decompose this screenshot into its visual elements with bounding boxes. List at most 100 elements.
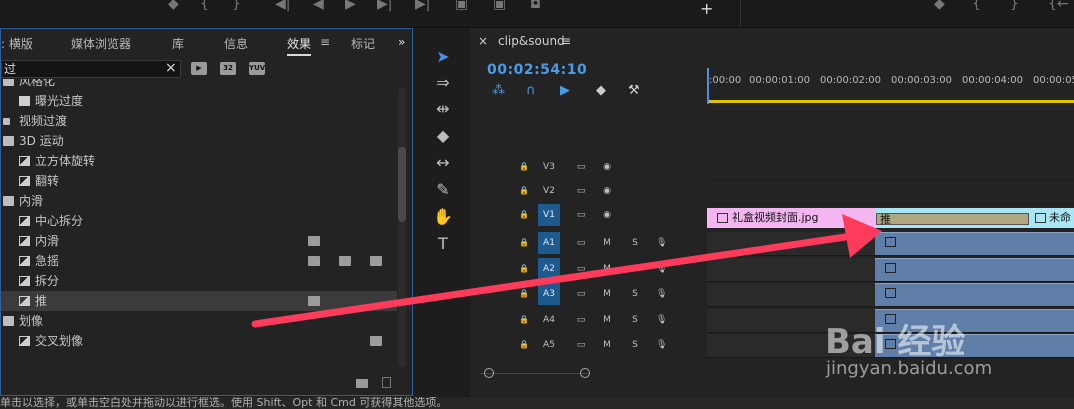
microphone-icon[interactable]: 🎙 [656, 309, 667, 331]
lock-icon[interactable]: 🔒 [518, 309, 530, 331]
sync-lock-icon[interactable]: ▭ [574, 334, 588, 356]
microphone-icon[interactable]: 🎙 [656, 334, 667, 356]
microphone-icon[interactable]: 🎙 [656, 258, 667, 280]
effect-tree-item[interactable]: 急摇 [1, 251, 397, 271]
selection-tool-icon[interactable]: ➤ [430, 46, 456, 68]
sequence-menu-icon[interactable]: ≡ [561, 34, 571, 48]
overwrite-icon[interactable]: ▣ [493, 0, 506, 12]
zoom-handle-left[interactable] [484, 368, 494, 378]
tab-markers[interactable]: 标记 [351, 35, 375, 52]
clip-v1-image[interactable]: 礼盒视频封面.jpg [707, 208, 875, 228]
sync-lock-icon[interactable]: ▭ [574, 156, 588, 178]
accelerated-effects-filter-icon[interactable]: ▶ [191, 62, 207, 75]
work-area-bar[interactable] [707, 100, 1074, 103]
nest-icon[interactable]: ⁂ [492, 83, 505, 98]
lock-icon[interactable]: 🔒 [518, 283, 530, 305]
eye-icon[interactable]: ◉ [600, 156, 614, 178]
sync-lock-icon[interactable]: ▭ [574, 258, 588, 280]
mute-button[interactable]: M [602, 334, 612, 356]
track-name[interactable]: A1 [538, 232, 560, 254]
tab-info[interactable]: 信息 [224, 35, 248, 52]
play-icon[interactable]: ▶ [345, 0, 356, 12]
panel-menu-icon[interactable]: ≡ [320, 35, 330, 49]
marker-icon[interactable]: ◆ [168, 0, 179, 12]
effect-tree-item[interactable]: 推 [1, 291, 397, 311]
lock-icon[interactable]: 🔒 [518, 180, 530, 202]
mute-button[interactable]: M [602, 258, 612, 280]
scrollbar-track[interactable] [398, 87, 406, 367]
razor-tool-icon[interactable]: ◆ [430, 125, 456, 147]
lock-icon[interactable]: 🔒 [518, 258, 530, 280]
transition-push[interactable]: 推 [876, 213, 1029, 226]
effect-tree-item[interactable]: 翻转 [1, 171, 397, 191]
time-ruler[interactable]: :00:00 00:00:01:00 00:00:02:00 00:00:03:… [707, 68, 1074, 100]
track-lane-v2[interactable] [707, 180, 1074, 204]
zoom-handle-right[interactable] [580, 368, 590, 378]
microphone-icon[interactable]: 🎙 [656, 283, 667, 305]
track-lane-v3[interactable] [707, 156, 1074, 180]
zoom-scrollbar[interactable] [480, 373, 590, 380]
linked-selection-icon[interactable]: ▶ [560, 83, 570, 98]
track-name[interactable]: A3 [538, 283, 560, 305]
microphone-icon[interactable]: 🎙 [656, 232, 667, 254]
effect-tree-item[interactable]: 内滑 [1, 231, 397, 251]
sync-lock-icon[interactable]: ▭ [574, 204, 588, 226]
snap-icon[interactable]: ∩ [526, 83, 536, 98]
in-point-icon[interactable]: { [200, 0, 209, 12]
track-name[interactable]: A2 [538, 258, 560, 280]
sync-lock-icon[interactable]: ▭ [574, 180, 588, 202]
track-lane-a2[interactable] [707, 258, 1074, 282]
close-sequence-icon[interactable]: × [478, 34, 488, 48]
ripple-edit-tool-icon[interactable]: ⇹ [430, 98, 456, 120]
effect-tree-item[interactable]: 立方体旋转 [1, 151, 397, 171]
step-forward-icon[interactable]: ▶| [377, 0, 392, 12]
next-icon[interactable]: ▶| [415, 0, 430, 12]
effect-tree-item[interactable]: 曝光过度 [1, 91, 397, 111]
new-bin-icon[interactable] [356, 379, 368, 388]
tab-library[interactable]: 库 [172, 35, 184, 52]
add-button-icon[interactable]: + [700, 0, 713, 18]
audio-clip[interactable] [875, 232, 1074, 255]
out-point-icon-right[interactable]: } [1010, 0, 1019, 12]
sync-lock-icon[interactable]: ▭ [574, 309, 588, 331]
add-marker-icon[interactable]: ◆ [596, 83, 606, 98]
tab-template[interactable]: : 横版 [1, 35, 33, 52]
settings-wrench-icon[interactable]: ⚒ [628, 83, 640, 98]
solo-button[interactable]: S [630, 309, 640, 331]
audio-clip[interactable] [875, 258, 1074, 281]
marker-icon-right[interactable]: ◆ [934, 0, 945, 12]
track-lane-a3[interactable] [707, 283, 1074, 307]
scrollbar-thumb[interactable] [398, 147, 406, 222]
track-name[interactable]: V3 [538, 156, 560, 178]
lock-icon[interactable]: 🔒 [518, 204, 530, 226]
sync-lock-icon[interactable]: ▭ [574, 283, 588, 305]
in-point-icon-right[interactable]: { [972, 0, 981, 12]
effect-tree-item[interactable]: 3D 运动 [1, 131, 397, 151]
insert-icon[interactable]: ▣ [455, 0, 468, 12]
solo-button[interactable]: S [630, 334, 640, 356]
eye-icon[interactable]: ◉ [600, 204, 614, 226]
mute-button[interactable]: M [602, 283, 612, 305]
yuv-filter-icon[interactable]: YUV [249, 62, 265, 75]
track-name[interactable]: A5 [538, 334, 560, 356]
solo-button[interactable]: S [630, 283, 640, 305]
lock-icon[interactable]: 🔒 [518, 232, 530, 254]
camera-icon[interactable]: ◘ [530, 0, 541, 12]
mute-button[interactable]: M [602, 232, 612, 254]
effect-tree-item[interactable]: 内滑 [1, 191, 397, 211]
solo-button[interactable]: S [630, 232, 640, 254]
search-input[interactable]: 过 [1, 60, 181, 78]
effect-tree-item[interactable]: 交叉划像 [1, 331, 397, 351]
lock-icon[interactable]: 🔒 [518, 156, 530, 178]
audio-clip[interactable] [875, 283, 1074, 306]
pen-tool-icon[interactable]: ✎ [430, 179, 456, 201]
go-in-icon[interactable]: {← [1048, 0, 1069, 12]
track-name[interactable]: V1 [538, 204, 560, 226]
overflow-icon[interactable]: » [398, 35, 405, 49]
slip-tool-icon[interactable]: ↔ [430, 152, 456, 174]
effect-tree-item[interactable]: 中心拆分 [1, 211, 397, 231]
step-back-frame-icon[interactable]: ◀ [313, 0, 324, 12]
effect-tree-item[interactable]: 拆分 [1, 271, 397, 291]
trash-icon[interactable] [382, 377, 391, 388]
sequence-tab[interactable]: clip&sound [498, 34, 565, 48]
